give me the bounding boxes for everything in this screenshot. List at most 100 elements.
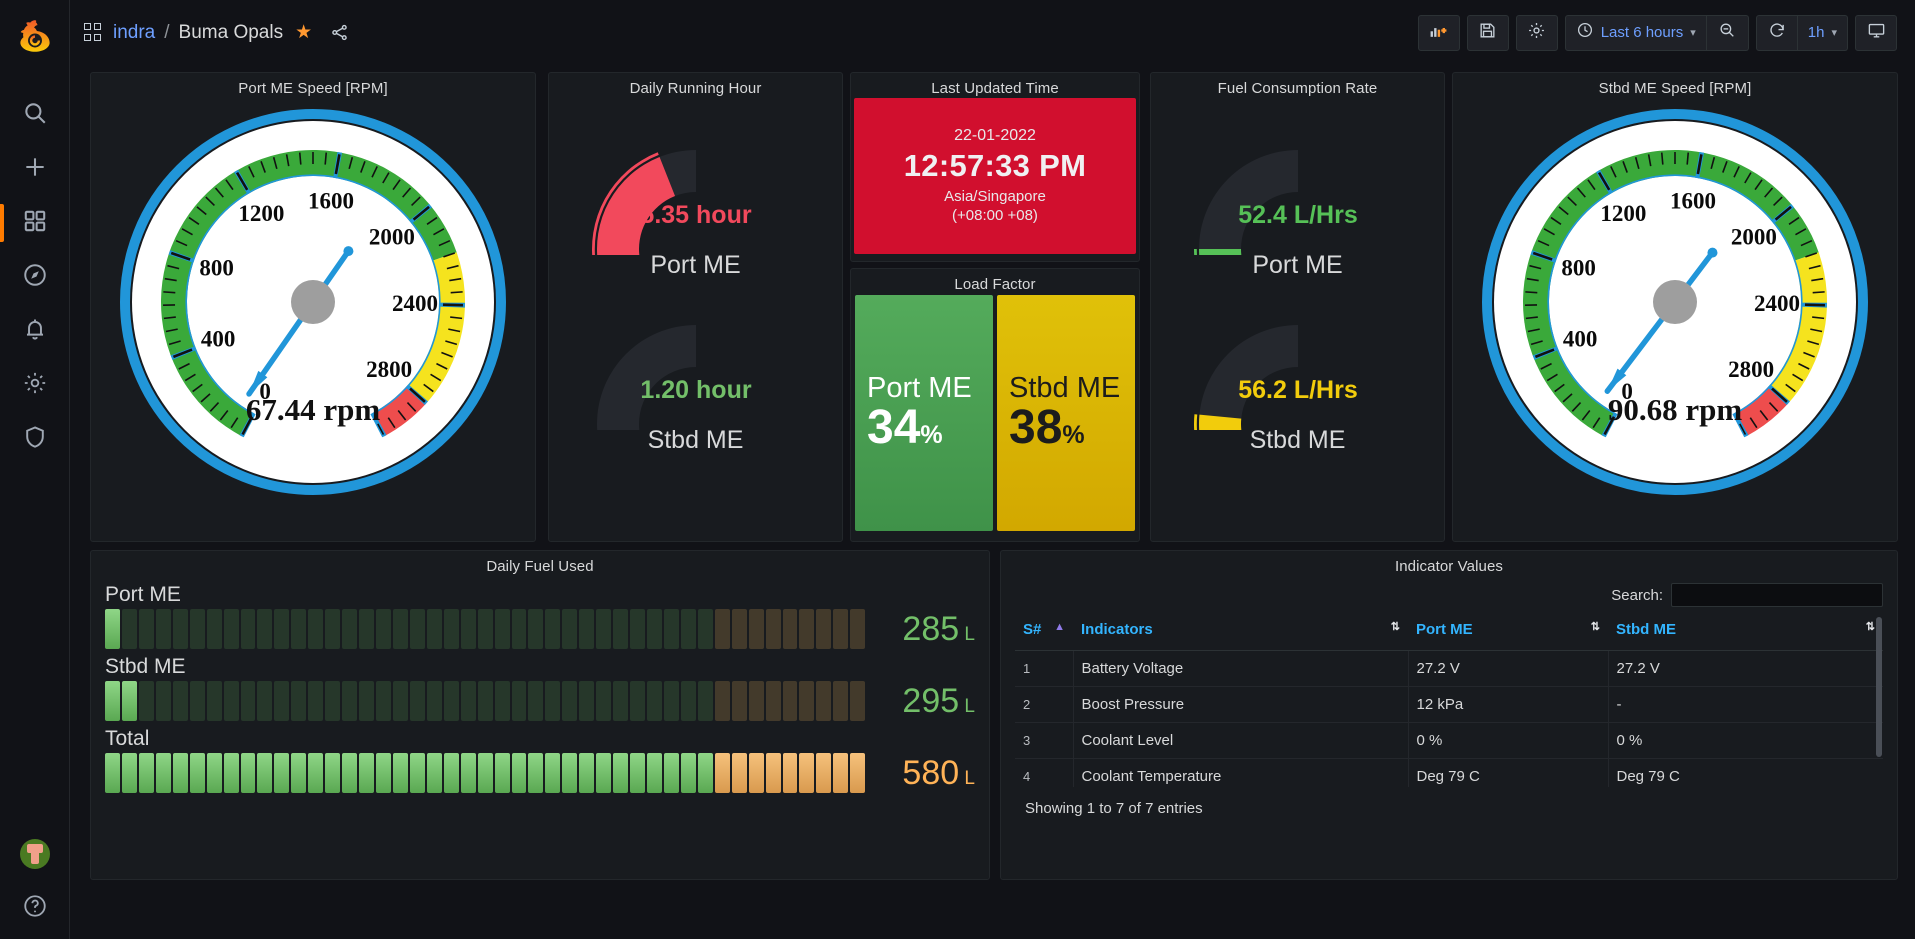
bar-gauge-cell — [664, 681, 679, 721]
bar-gauge-cell — [799, 609, 814, 649]
kiosk-mode-button[interactable] — [1855, 15, 1897, 51]
bar-gauge-cell — [715, 609, 730, 649]
sidebar-item-server-admin[interactable] — [0, 412, 70, 466]
table-header-s[interactable]: S#▲ — [1015, 615, 1073, 651]
bar-gauge-cell — [190, 753, 205, 793]
bar-gauge-cell — [376, 681, 391, 721]
panel-title: Fuel Consumption Rate — [1151, 73, 1444, 97]
table-cell-indicator: Battery Voltage — [1073, 651, 1408, 687]
bar-gauge-cell — [799, 753, 814, 793]
panel-fuel-consumption-rate: Fuel Consumption Rate 52.4 L/HrsPort ME5… — [1150, 72, 1445, 542]
panel-title: Daily Fuel Used — [91, 551, 989, 575]
add-panel-button[interactable] — [1418, 15, 1460, 51]
svg-text:1200: 1200 — [1600, 201, 1646, 226]
table-cell-stbd: - — [1608, 687, 1883, 723]
load-factor-stat[interactable]: Stbd ME38% — [997, 295, 1135, 531]
load-factor-label: Port ME — [867, 373, 993, 403]
bar-gauge-cell — [749, 609, 764, 649]
bar-gauge-cell — [359, 681, 374, 721]
bar-gauge-cell — [850, 681, 865, 721]
table-cell-sn: 4 — [1015, 759, 1073, 788]
bar-gauge-cell — [596, 753, 611, 793]
bar-gauge-cell — [444, 753, 459, 793]
bar-gauge-cell — [579, 753, 594, 793]
refresh-interval-picker[interactable]: 1h ▾ — [1798, 15, 1848, 51]
star-filled-icon[interactable]: ★ — [295, 21, 312, 44]
sidebar-item-create[interactable] — [0, 142, 70, 196]
svg-text:1200: 1200 — [238, 201, 284, 226]
refresh-dashboard-button[interactable] — [1756, 15, 1798, 51]
bar-gauge-cell — [342, 609, 357, 649]
table-cell-sn: 2 — [1015, 687, 1073, 723]
sidebar-item-dashboards[interactable] — [0, 196, 70, 250]
bar-gauge-cell — [478, 681, 493, 721]
sidebar-item-configuration[interactable] — [0, 358, 70, 412]
table-header-label: Port ME — [1416, 621, 1473, 638]
tv-monitor-icon — [1867, 21, 1886, 45]
table-header-stbd-me[interactable]: Stbd ME⇅ — [1608, 615, 1883, 651]
question-circle-icon — [22, 893, 48, 924]
bar-gauge-cell — [257, 609, 272, 649]
last-updated-time: 12:57:33 PM — [904, 148, 1087, 184]
add-panel-icon — [1429, 21, 1448, 45]
load-factor-stat[interactable]: Port ME34% — [855, 295, 993, 531]
page-title[interactable]: Buma Opals — [179, 22, 284, 44]
sidebar-item-help[interactable] — [0, 891, 70, 925]
bar-gauge-cell — [783, 753, 798, 793]
bar-gauge-cell — [393, 681, 408, 721]
speedometer-gauge-stbd: 04008001200160020002400280090.68 rpm — [1475, 106, 1875, 506]
clock-icon — [1576, 21, 1594, 44]
bar-gauge-cell — [207, 681, 222, 721]
dashboards-grid-icon[interactable] — [84, 23, 104, 43]
bar-gauge-value: 285 L — [883, 610, 975, 649]
bar-gauge-cell — [325, 681, 340, 721]
sidebar-item-search[interactable] — [0, 88, 70, 142]
bar-gauge-cell — [207, 609, 222, 649]
bar-gauge-cell — [681, 609, 696, 649]
bar-gauge-cell — [562, 681, 577, 721]
bar-gauge-cell — [630, 753, 645, 793]
chevron-down-icon: ▾ — [1690, 26, 1696, 39]
sort-toggle-icon: ⇅ — [1591, 621, 1600, 634]
bar-gauge-cell — [833, 753, 848, 793]
bar-gauge-unit: L — [959, 696, 975, 717]
arc-gauge-list: 5.35 hourPort ME1.20 hourStbd ME — [549, 97, 842, 455]
bar-gauge-label: Stbd ME — [105, 655, 975, 679]
table-header-port-me[interactable]: Port ME ⇅ — [1408, 615, 1608, 651]
bar-gauge-cell — [156, 609, 171, 649]
table-header-indicators[interactable]: Indicators⇅ — [1073, 615, 1408, 651]
bar-gauge-cell — [647, 753, 662, 793]
bar-gauge-cell — [173, 753, 188, 793]
bar-gauge-cell — [224, 609, 239, 649]
sidebar-item-explore[interactable] — [0, 250, 70, 304]
bar-gauge-cell — [783, 681, 798, 721]
bar-gauge-cell — [427, 753, 442, 793]
avatar[interactable] — [20, 839, 50, 869]
sidebar-item-alerting[interactable] — [0, 304, 70, 358]
svg-text:400: 400 — [201, 326, 236, 351]
bar-gauge-cell — [122, 753, 137, 793]
save-dashboard-button[interactable] — [1467, 15, 1509, 51]
bar-gauge-cell — [105, 681, 120, 721]
arc-gauge: 5.35 hourPort ME — [549, 105, 842, 280]
bar-gauge-cell — [816, 681, 831, 721]
breadcrumb-folder[interactable]: indra — [113, 22, 155, 44]
svg-text:1600: 1600 — [308, 189, 354, 214]
bar-gauge-cell — [528, 609, 543, 649]
bar-gauge-cell — [512, 609, 527, 649]
share-icon[interactable] — [330, 23, 349, 42]
load-factor-unit: % — [1062, 421, 1084, 449]
search-input[interactable] — [1671, 583, 1883, 607]
time-range-picker[interactable]: Last 6 hours ▾ — [1565, 15, 1707, 51]
arc-gauge-label: Stbd ME — [1250, 426, 1346, 455]
bar-gauge-cell — [766, 753, 781, 793]
dashboard-settings-button[interactable] — [1516, 15, 1558, 51]
bar-gauge-cell — [749, 681, 764, 721]
grafana-logo-icon[interactable] — [13, 14, 57, 58]
bar-gauge-cell — [325, 753, 340, 793]
table-header-row: S#▲Indicators⇅ Port ME ⇅ Stbd ME⇅ — [1015, 615, 1883, 651]
table-scrollbar[interactable] — [1876, 617, 1882, 757]
zoom-out-time-button[interactable] — [1707, 15, 1749, 51]
chevron-down-icon: ▾ — [1831, 26, 1837, 39]
svg-text:2400: 2400 — [1754, 291, 1800, 316]
